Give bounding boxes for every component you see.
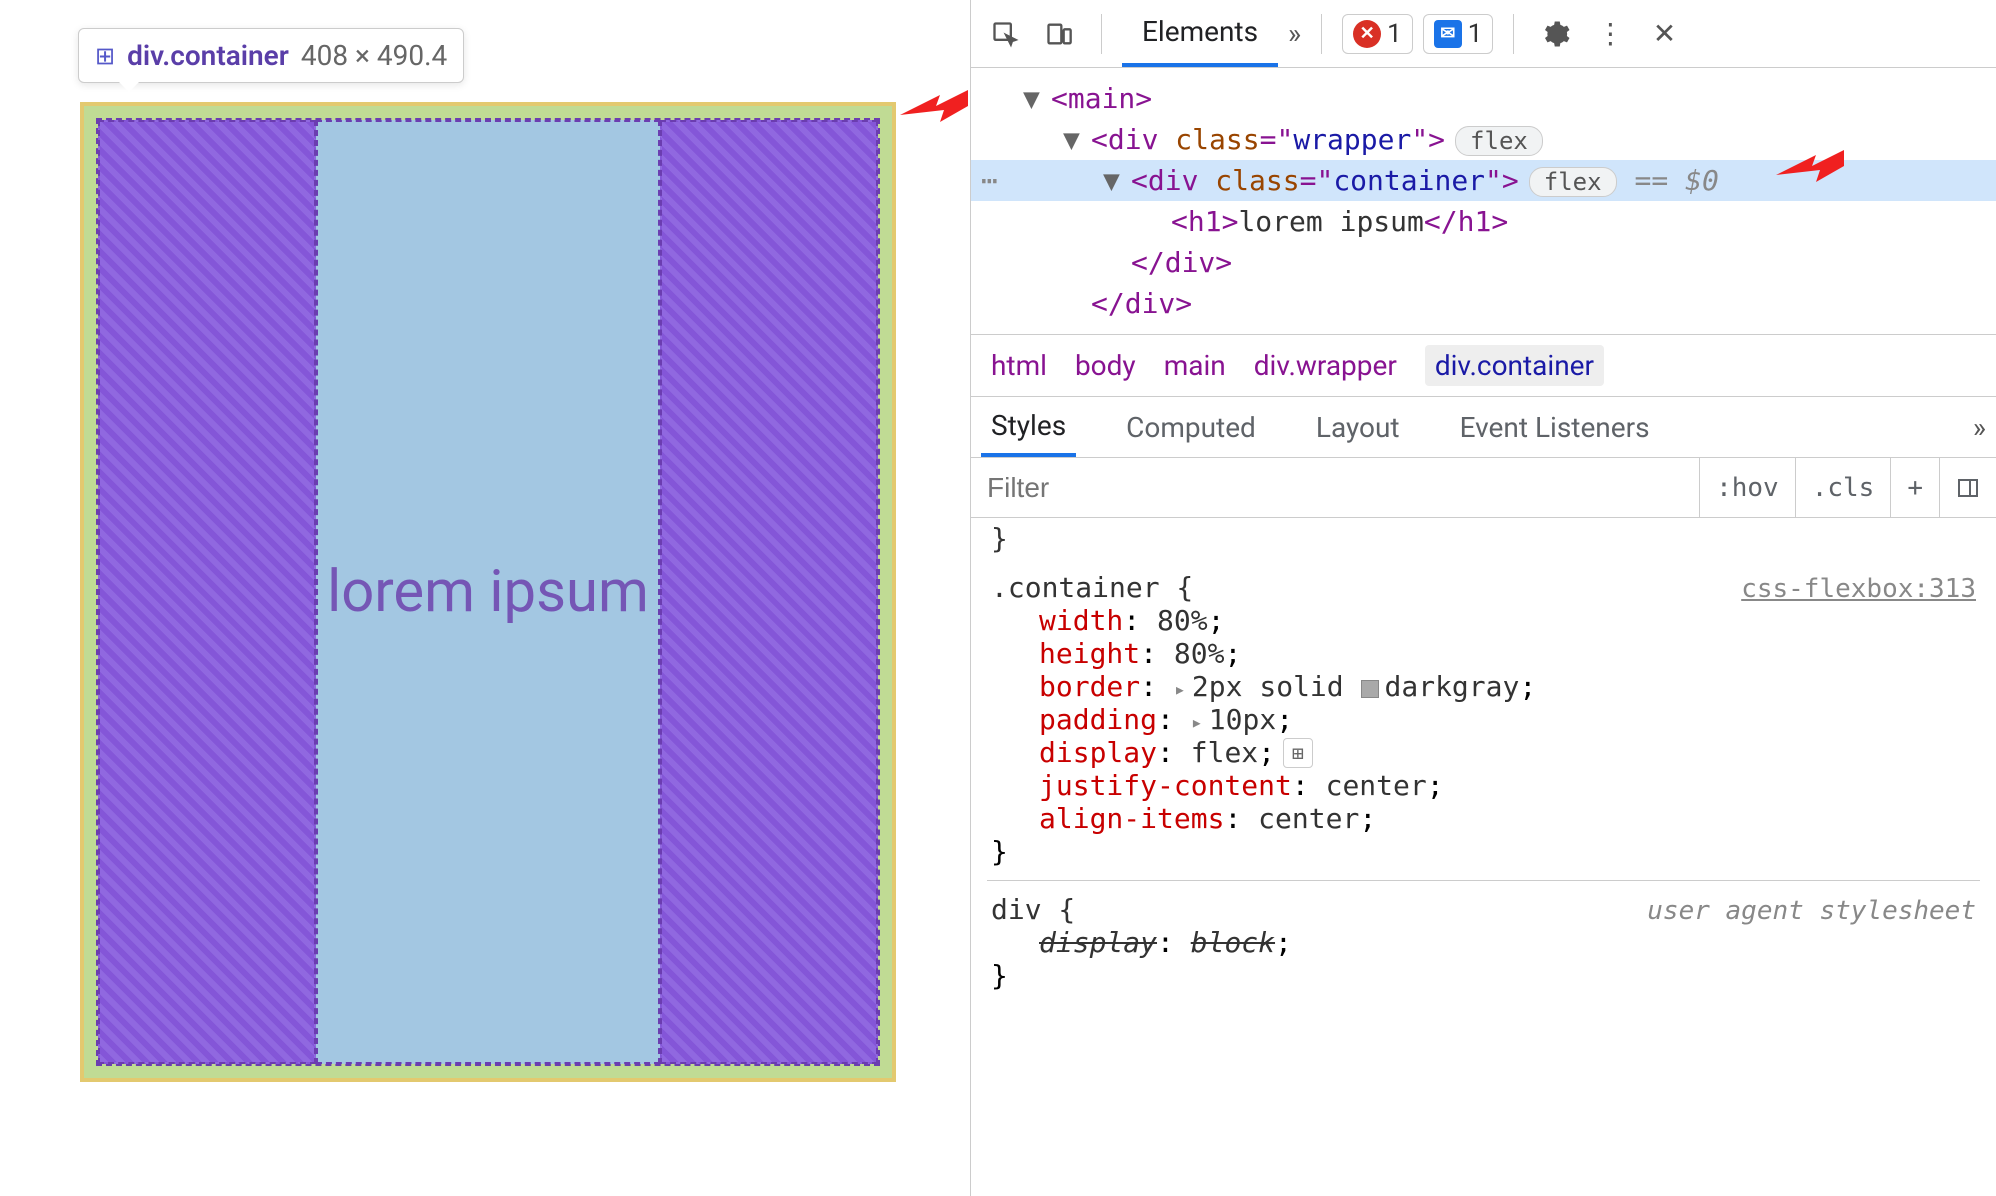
error-icon: ✕ xyxy=(1353,20,1381,48)
styles-subtabs: Styles Computed Layout Event Listeners » xyxy=(971,396,1996,458)
rule-close: } xyxy=(991,959,1976,992)
css-declaration[interactable]: align-items: center; xyxy=(991,802,1976,835)
crumb-wrapper[interactable]: div.wrapper xyxy=(1254,349,1397,382)
annotation-arrow-right xyxy=(1776,130,1846,205)
annotation-arrow-left xyxy=(900,70,970,145)
close-icon[interactable]: ✕ xyxy=(1642,12,1686,56)
inspect-tooltip: ⊞ div.container 408 × 490.4 xyxy=(78,28,464,83)
disclosure-triangle-icon[interactable]: ▼ xyxy=(1103,164,1120,197)
color-swatch[interactable] xyxy=(1361,680,1379,698)
rule-selector[interactable]: div { xyxy=(991,893,1075,926)
tab-elements[interactable]: Elements xyxy=(1122,0,1278,67)
style-rule-container[interactable]: .container { css-flexbox:313 width: 80%;… xyxy=(987,559,1980,881)
breadcrumb: html body main div.wrapper div.container xyxy=(971,334,1996,396)
rule-origin[interactable]: css-flexbox:313 xyxy=(1741,574,1976,604)
heading-content: lorem ipsum xyxy=(327,558,649,626)
rule-origin: user agent stylesheet xyxy=(1647,896,1976,926)
crumb-html[interactable]: html xyxy=(991,349,1047,382)
css-declaration[interactable]: height: 80%; xyxy=(991,637,1976,670)
dom-node-close-div[interactable]: </div> xyxy=(971,242,1996,283)
subtab-computed[interactable]: Computed xyxy=(1116,397,1266,457)
flex-badge[interactable]: flex xyxy=(1455,126,1543,156)
console-ref: $0 xyxy=(1685,164,1719,197)
error-badge[interactable]: ✕ 1 xyxy=(1342,14,1413,54)
new-rule-button[interactable]: + xyxy=(1890,458,1939,517)
error-count: 1 xyxy=(1387,19,1402,49)
flex-free-space-right xyxy=(660,120,878,1064)
flex-free-space-left xyxy=(98,120,316,1064)
page-viewport: ⊞ div.container 408 × 490.4 lorem ipsum xyxy=(0,0,970,1196)
sidebar-toggle-icon[interactable] xyxy=(1939,458,1996,517)
dom-node-main[interactable]: ▼<main> xyxy=(971,78,1996,119)
style-rule-ua[interactable]: div { user agent stylesheet display: blo… xyxy=(987,881,1980,1004)
styles-pane[interactable]: } .container { css-flexbox:313 width: 80… xyxy=(971,518,1996,1196)
toolbar-divider xyxy=(1513,14,1514,54)
styles-filter-row: :hov .cls + xyxy=(971,458,1996,518)
css-declaration[interactable]: padding: ▸10px; xyxy=(991,703,1976,736)
flex-icon: ⊞ xyxy=(95,42,115,70)
info-count: 1 xyxy=(1468,19,1483,49)
disclosure-triangle-icon[interactable]: ▼ xyxy=(1023,82,1040,115)
device-toggle-icon[interactable] xyxy=(1037,12,1081,56)
css-declaration[interactable]: justify-content: center; xyxy=(991,769,1976,802)
css-declaration[interactable]: width: 80%; xyxy=(991,604,1976,637)
chevron-more-icon[interactable]: » xyxy=(1973,411,1986,444)
css-declaration-overridden[interactable]: display: block; xyxy=(991,926,1976,959)
toolbar-divider xyxy=(1321,14,1322,54)
inspected-element-content: lorem ipsum xyxy=(96,118,880,1066)
dom-node-close-div[interactable]: </div> xyxy=(971,283,1996,324)
flex-item: lorem ipsum xyxy=(316,120,659,1064)
styles-filter-input[interactable] xyxy=(971,472,1699,504)
css-declaration[interactable]: border: ▸2px solid darkgray; xyxy=(991,670,1976,703)
flex-editor-icon[interactable]: ⊞ xyxy=(1283,738,1313,768)
disclosure-triangle-icon[interactable]: ▼ xyxy=(1063,123,1080,156)
rule-close: } xyxy=(991,835,1976,868)
info-badge[interactable]: ✉ 1 xyxy=(1423,14,1494,54)
tab-elements-label: Elements xyxy=(1142,15,1258,48)
toolbar-divider xyxy=(1101,14,1102,54)
devtools-panel: Elements » ✕ 1 ✉ 1 ⋮ ✕ ▼<main> ▼<div cla… xyxy=(970,0,1996,1196)
css-declaration[interactable]: display: flex;⊞ xyxy=(991,736,1976,769)
hov-toggle[interactable]: :hov xyxy=(1699,458,1795,517)
devtools-toolbar: Elements » ✕ 1 ✉ 1 ⋮ ✕ xyxy=(971,0,1996,68)
flex-badge[interactable]: flex xyxy=(1529,167,1617,197)
expand-triangle-icon[interactable]: ▸ xyxy=(1174,677,1186,701)
crumb-main[interactable]: main xyxy=(1164,349,1226,382)
gear-icon[interactable] xyxy=(1534,12,1578,56)
inspect-icon[interactable] xyxy=(983,12,1027,56)
message-icon: ✉ xyxy=(1434,20,1462,48)
kebab-icon[interactable]: ⋮ xyxy=(1588,12,1632,56)
subtab-styles[interactable]: Styles xyxy=(981,397,1076,457)
tooltip-selector: div.container xyxy=(127,39,289,72)
inspected-element-margin: lorem ipsum xyxy=(80,102,896,1082)
subtab-event-listeners[interactable]: Event Listeners xyxy=(1450,397,1660,457)
rule-selector[interactable]: .container { xyxy=(991,571,1193,604)
selection-marker: == xyxy=(1635,164,1669,197)
expand-triangle-icon[interactable]: ▸ xyxy=(1191,710,1203,734)
crumb-body[interactable]: body xyxy=(1075,349,1136,382)
ellipsis-icon[interactable]: ⋯ xyxy=(981,164,998,197)
crumb-container[interactable]: div.container xyxy=(1425,345,1604,386)
chevron-more-icon[interactable]: » xyxy=(1288,17,1301,50)
dom-node-h1[interactable]: <h1>lorem ipsum</h1> xyxy=(971,201,1996,242)
cls-toggle[interactable]: .cls xyxy=(1795,458,1891,517)
tooltip-dimensions: 408 × 490.4 xyxy=(301,39,447,72)
subtab-layout[interactable]: Layout xyxy=(1306,397,1410,457)
